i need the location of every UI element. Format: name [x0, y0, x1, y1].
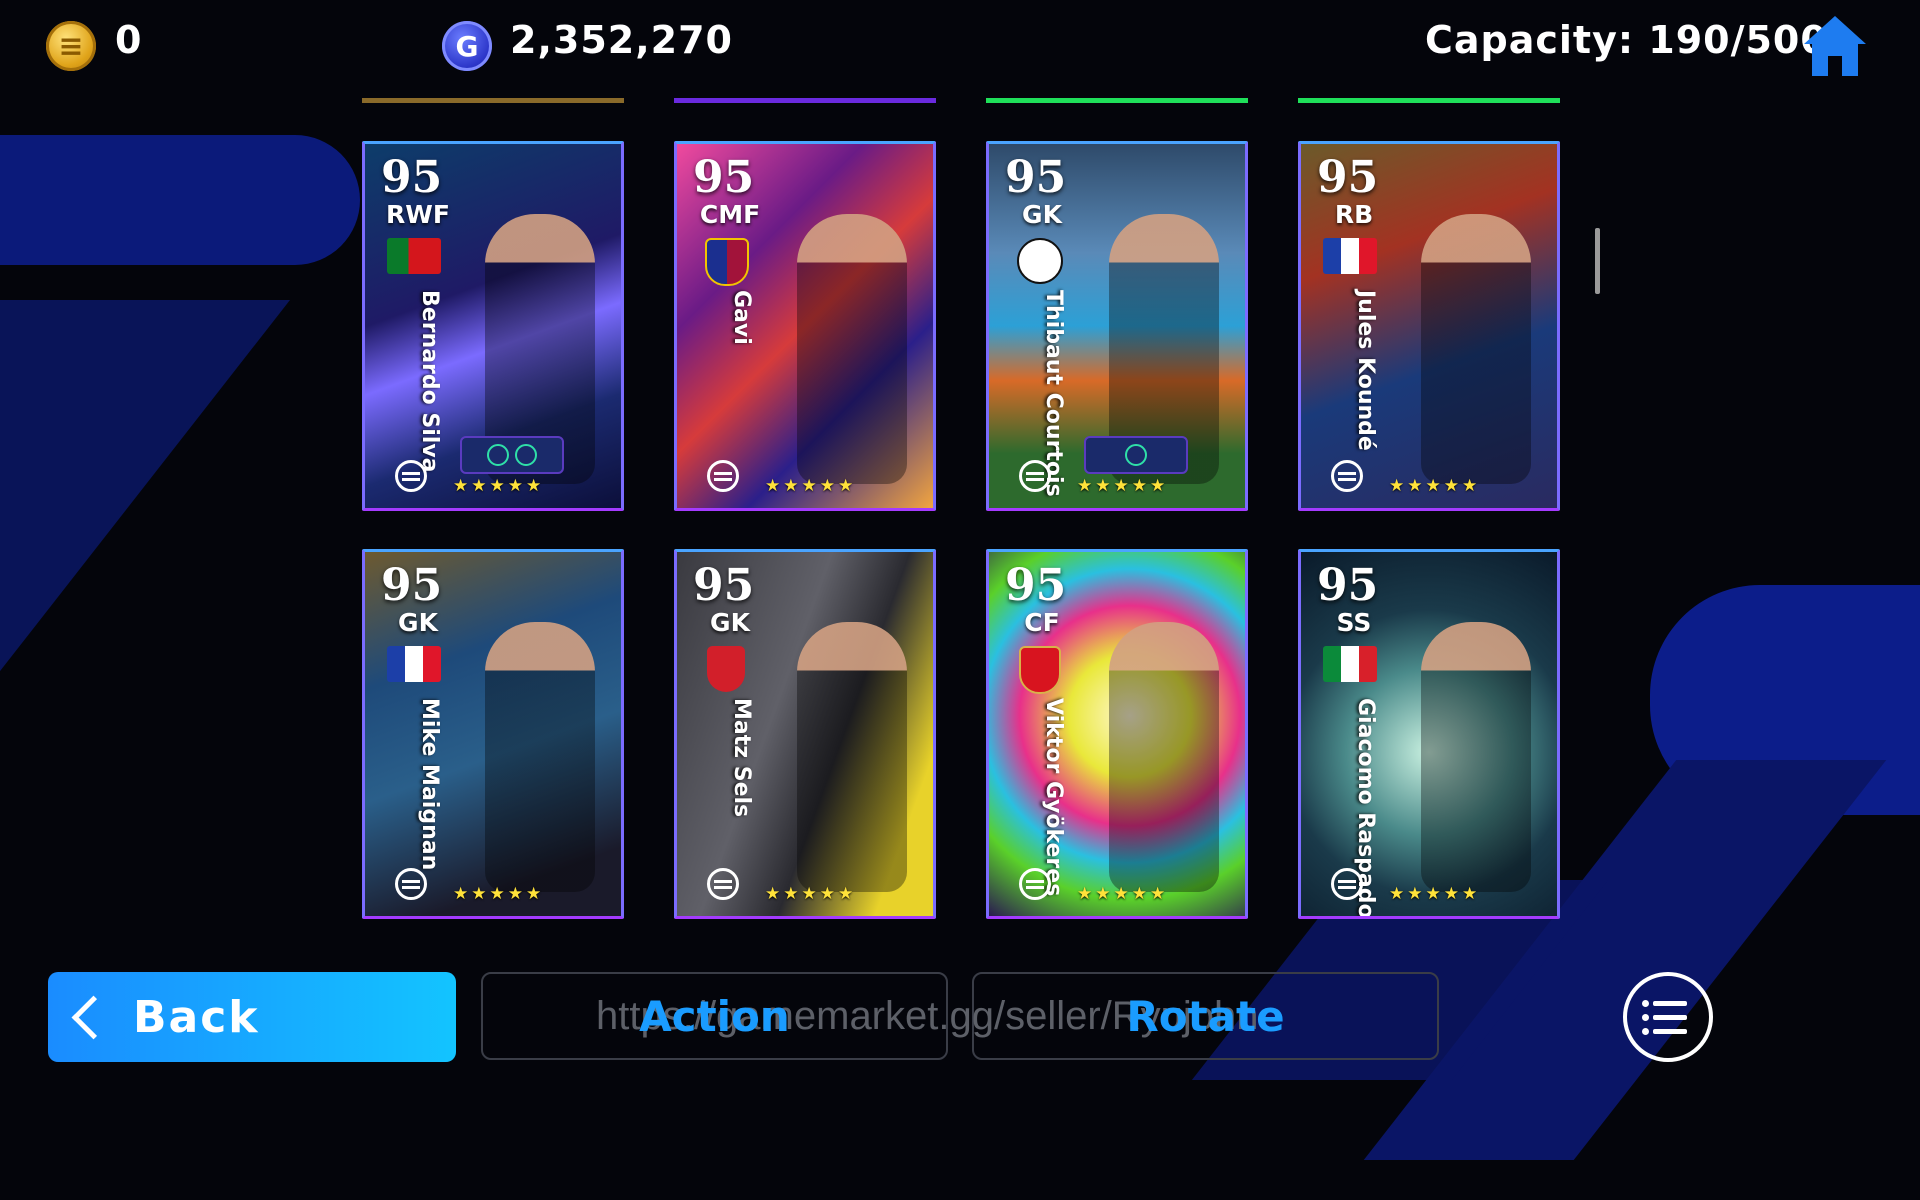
card-rating: 95	[1317, 152, 1379, 203]
action-label: Action	[639, 991, 790, 1041]
card-stars: ★★★★★	[765, 884, 857, 904]
club-crest-icon	[707, 646, 745, 692]
card-player-name: Mike Maignan	[417, 698, 442, 871]
coin-balance: 0	[115, 18, 142, 62]
top-bar: ≡ 0 G 2,352,270 Capacity: 190/500	[0, 0, 1920, 90]
card-rating: 95	[381, 152, 443, 203]
card-stars: ★★★★★	[1389, 476, 1481, 496]
gp-icon: G	[442, 21, 492, 71]
card-rating: 95	[693, 152, 755, 203]
card-stars: ★★★★★	[453, 884, 545, 904]
player-card[interactable]: 95 CMF Gavi ★★★★★	[674, 141, 936, 511]
card-position: RWF	[386, 200, 450, 229]
skill-badge	[460, 436, 564, 474]
card-edge	[1298, 98, 1560, 103]
card-rating: 95	[1005, 560, 1067, 611]
bg-decor	[0, 300, 290, 1200]
capacity-label: Capacity: 190/500	[1425, 18, 1828, 62]
card-position: CMF	[699, 200, 761, 229]
card-rating: 95	[381, 560, 443, 611]
efootball-logo-icon	[1019, 868, 1051, 900]
card-rating: 95	[1005, 152, 1067, 203]
card-position: GK	[398, 608, 438, 637]
flag-icon	[1323, 238, 1377, 274]
back-label: Back	[133, 991, 260, 1043]
card-player-name: Gavi	[729, 290, 754, 345]
rotate-label: Rotate	[1126, 991, 1285, 1041]
efootball-logo-icon	[395, 868, 427, 900]
card-position: RB	[1334, 200, 1374, 229]
player-card[interactable]: 95 GK Mike Maignan ★★★★★	[362, 549, 624, 919]
player-card[interactable]: 95 RB Jules Koundé ★★★★★	[1298, 141, 1560, 511]
card-stars: ★★★★★	[453, 476, 545, 496]
player-portrait	[1421, 214, 1531, 484]
player-card[interactable]: 95 GK Thibaut Courtois ★★★★★	[986, 141, 1248, 511]
player-portrait	[797, 214, 907, 484]
card-edge	[362, 98, 624, 103]
club-crest-icon	[705, 238, 749, 286]
card-edge	[986, 98, 1248, 103]
card-stars: ★★★★★	[1077, 884, 1169, 904]
player-card[interactable]: 95 RWF Bernardo Silva ★★★★★	[362, 141, 624, 511]
player-card[interactable]: 95 SS Giacomo Raspadori ★★★★★	[1298, 549, 1560, 919]
bg-decor	[1650, 585, 1920, 815]
chevron-left-icon	[71, 995, 116, 1039]
bg-decor	[0, 135, 360, 265]
gp-balance: 2,352,270	[510, 18, 733, 62]
efootball-logo-icon	[1331, 460, 1363, 492]
card-player-name: Bernardo Silva	[417, 290, 442, 473]
player-portrait	[1109, 622, 1219, 892]
efootball-logo-icon	[1331, 868, 1363, 900]
home-icon[interactable]	[1800, 12, 1870, 80]
player-card[interactable]: 95 GK Matz Sels ★★★★★	[674, 549, 936, 919]
card-stars: ★★★★★	[1389, 884, 1481, 904]
flag-icon	[387, 238, 441, 274]
efootball-logo-icon	[395, 460, 427, 492]
player-portrait	[1421, 622, 1531, 892]
card-position: CF	[1024, 608, 1060, 637]
card-player-name: Matz Sels	[729, 698, 754, 818]
card-rating: 95	[693, 560, 755, 611]
back-button[interactable]: Back	[48, 972, 456, 1062]
card-position: GK	[1022, 200, 1062, 229]
card-position: SS	[1336, 608, 1372, 637]
skill-badge	[1084, 436, 1188, 474]
player-card[interactable]: 95 CF Viktor Gyökeres ★★★★★	[986, 549, 1248, 919]
menu-button[interactable]	[1623, 972, 1713, 1062]
player-portrait	[485, 622, 595, 892]
card-rating: 95	[1317, 560, 1379, 611]
scrollbar[interactable]	[1595, 228, 1600, 294]
flag-icon	[387, 646, 441, 682]
efootball-logo-icon	[1019, 460, 1051, 492]
flag-icon	[1323, 646, 1377, 682]
club-crest-icon	[1017, 238, 1063, 284]
club-crest-icon	[1019, 646, 1061, 694]
coin-icon: ≡	[46, 21, 96, 71]
card-stars: ★★★★★	[765, 476, 857, 496]
efootball-logo-icon	[707, 460, 739, 492]
player-portrait	[797, 622, 907, 892]
card-edge	[674, 98, 936, 103]
card-stars: ★★★★★	[1077, 476, 1169, 496]
card-position: GK	[710, 608, 750, 637]
card-player-name: Viktor Gyökeres	[1041, 698, 1066, 897]
card-player-name: Jules Koundé	[1353, 290, 1378, 451]
efootball-logo-icon	[707, 868, 739, 900]
